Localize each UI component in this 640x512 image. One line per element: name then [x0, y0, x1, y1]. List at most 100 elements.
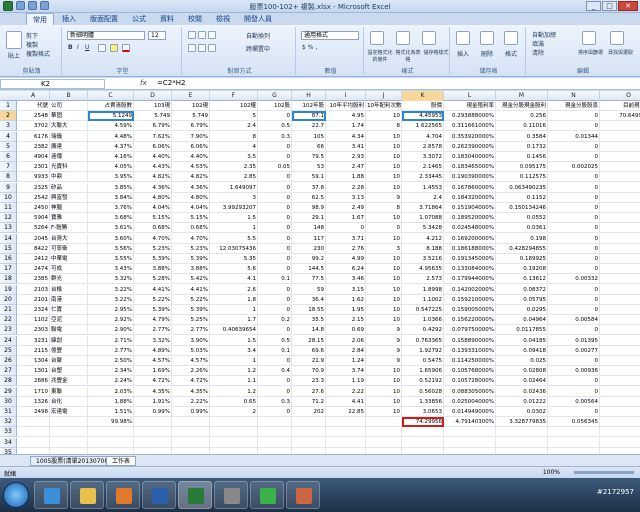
cell-L6[interactable]: 0.183040000%: [444, 152, 496, 162]
cell-E16[interactable]: 5.39%: [172, 254, 210, 264]
cell-N25[interactable]: 0.00277: [548, 345, 600, 356]
start-button[interactable]: [3, 482, 29, 508]
cell-M9[interactable]: 0.063490235: [496, 182, 548, 193]
cell-C10[interactable]: 3.84%: [88, 192, 134, 203]
cell-E6[interactable]: 4.40%: [172, 152, 210, 162]
cell-K13[interactable]: 5.3428: [402, 223, 444, 234]
cell-A5[interactable]: 2382: [17, 141, 50, 152]
cell-K22[interactable]: 1.0366: [402, 315, 444, 326]
cell-O10[interactable]: [600, 193, 640, 203]
cell-N26[interactable]: 0: [548, 356, 600, 366]
tab-5[interactable]: 校閱: [182, 13, 208, 25]
row-header[interactable]: 6: [0, 152, 17, 162]
cell-G8[interactable]: 0: [258, 172, 292, 183]
cell-E20[interactable]: 5.22%: [172, 294, 210, 305]
cell-F9[interactable]: 1.649097: [210, 182, 258, 193]
taskbar-excel[interactable]: [178, 481, 212, 509]
cell-O4[interactable]: [600, 132, 640, 142]
cell-G33[interactable]: [258, 427, 292, 438]
cell-E30[interactable]: 2.22%: [172, 396, 210, 407]
cell-O33[interactable]: [600, 427, 640, 438]
cell-K10[interactable]: 2.4: [402, 192, 444, 203]
cell-K24[interactable]: 0.763365: [402, 335, 444, 346]
cell-N12[interactable]: 0: [548, 213, 600, 224]
column-header-K[interactable]: K: [402, 91, 444, 101]
row-header[interactable]: 24: [0, 335, 17, 346]
cell-I24[interactable]: 2.06: [326, 335, 366, 346]
cell-A18[interactable]: 2385: [17, 274, 50, 285]
cell-A29[interactable]: 1710: [17, 386, 50, 397]
cell-C2[interactable]: 5.1249: [88, 111, 134, 122]
cell-B3[interactable]: 大聯大: [50, 121, 88, 132]
cell-F3[interactable]: 2.4: [210, 121, 258, 132]
cell-D1[interactable]: 103現: [134, 101, 172, 111]
cell-H28[interactable]: 23.3: [292, 376, 326, 387]
font-name-select[interactable]: 新細明體: [67, 31, 145, 40]
cell-H27[interactable]: 70.9: [292, 366, 326, 377]
delete-button[interactable]: 刪除: [481, 49, 493, 58]
cell-K19[interactable]: 1.8998: [402, 284, 444, 295]
cell-E19[interactable]: 4.41%: [172, 284, 210, 295]
cell-A34[interactable]: [17, 437, 50, 448]
cell-C27[interactable]: 2.34%: [88, 366, 134, 377]
cell-I31[interactable]: 22.85: [326, 407, 366, 417]
cell-A19[interactable]: 2103: [17, 284, 50, 295]
cell-C30[interactable]: 1.88%: [88, 396, 134, 407]
cell-K25[interactable]: 1.92792: [402, 345, 444, 356]
cell-H33[interactable]: [292, 427, 326, 438]
cell-A20[interactable]: 2101: [17, 294, 50, 305]
cell-E18[interactable]: 5.42%: [172, 274, 210, 285]
cell-C14[interactable]: 3.60%: [88, 233, 134, 244]
cell-H15[interactable]: 230: [292, 243, 326, 254]
cell-J22[interactable]: 10: [366, 315, 402, 326]
cell-I9[interactable]: 2.28: [326, 182, 366, 193]
cell-L30[interactable]: 0.025004000%: [444, 396, 496, 407]
cell-C13[interactable]: 3.61%: [88, 223, 134, 234]
cell-E4[interactable]: 7.90%: [172, 131, 210, 142]
cell-L14[interactable]: 0.169200000%: [444, 233, 496, 244]
cell-A21[interactable]: 2324: [17, 305, 50, 315]
cell-J30[interactable]: 10: [366, 396, 402, 407]
cell-J34[interactable]: [366, 437, 402, 448]
row-header[interactable]: 16: [0, 254, 17, 264]
cell-J18[interactable]: 10: [366, 274, 402, 285]
cell-C5[interactable]: 4.37%: [88, 141, 134, 152]
name-box[interactable]: K2: [0, 79, 105, 89]
cell-C29[interactable]: 2.03%: [88, 386, 134, 397]
cell-K30[interactable]: 1.33856: [402, 396, 444, 407]
cell-N6[interactable]: 0: [548, 152, 600, 162]
cell-E27[interactable]: 2.26%: [172, 366, 210, 377]
cell-F17[interactable]: 5.6: [210, 264, 258, 275]
cell-A1[interactable]: 代號: [17, 101, 50, 111]
cell-D10[interactable]: 4.80%: [134, 192, 172, 203]
cell-B1[interactable]: 公司: [50, 101, 88, 111]
cell-D8[interactable]: 4.82%: [134, 172, 172, 183]
font-color-icon[interactable]: [122, 44, 130, 52]
cell-D20[interactable]: 5.22%: [134, 294, 172, 305]
cell-D19[interactable]: 4.41%: [134, 284, 172, 295]
cell-F5[interactable]: 4: [210, 141, 258, 152]
format-cells-icon[interactable]: [504, 31, 518, 45]
cell-D15[interactable]: 5.23%: [134, 243, 172, 254]
cell-J7[interactable]: 10: [366, 162, 402, 173]
cell-M6[interactable]: 0.1456: [496, 152, 548, 162]
copy-button[interactable]: 複製: [26, 40, 38, 49]
cell-I32[interactable]: [326, 417, 366, 428]
cell-B6[interactable]: 遠傳: [50, 152, 88, 162]
maximize-button[interactable]: □: [602, 1, 617, 11]
cell-I2[interactable]: 4.95: [326, 111, 366, 122]
cell-D34[interactable]: [134, 437, 172, 448]
cell-M12[interactable]: 0.0552: [496, 213, 548, 224]
taskbar-app[interactable]: [214, 481, 248, 509]
cell-L8[interactable]: 0.190390000%: [444, 172, 496, 183]
cell-D13[interactable]: 0.68%: [134, 223, 172, 234]
find-select-button[interactable]: 尋找與選取: [608, 49, 633, 56]
cell-G7[interactable]: 0.05: [258, 162, 292, 173]
cell-F4[interactable]: 8: [210, 131, 258, 142]
cell-D30[interactable]: 1.91%: [134, 396, 172, 407]
cell-G18[interactable]: 0.1: [258, 274, 292, 285]
cell-B7[interactable]: 光寶科: [50, 162, 88, 173]
row-header[interactable]: 21: [0, 305, 17, 315]
row-header[interactable]: 32: [0, 417, 17, 428]
cell-J25[interactable]: 9: [366, 345, 402, 356]
